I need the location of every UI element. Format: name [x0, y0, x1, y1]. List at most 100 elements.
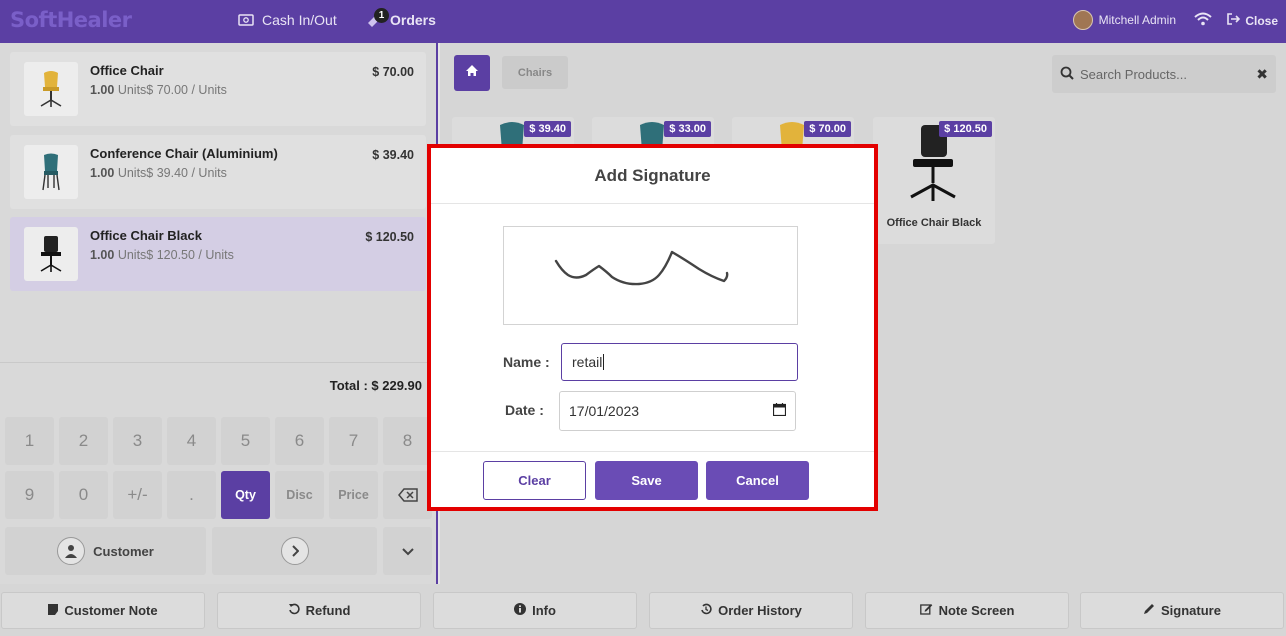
name-input[interactable]: retail [561, 343, 798, 381]
numpad-key-plus-minus[interactable]: +/- [113, 471, 162, 519]
cash-in-out-button[interactable]: Cash In/Out [238, 12, 337, 28]
product-card[interactable]: $ 120.50 Office Chair Black [873, 117, 995, 244]
more-options-button[interactable] [383, 527, 432, 575]
breadcrumb-category[interactable]: Chairs [502, 56, 568, 89]
customer-button[interactable]: Customer [5, 527, 206, 575]
numpad-mode-qty[interactable]: Qty [221, 471, 270, 519]
order-line-price: $ 120.50 [365, 230, 414, 244]
product-name: Office Chair Black [886, 217, 982, 229]
note-screen-button[interactable]: Note Screen [865, 592, 1069, 629]
user-name: Mitchell Admin [1098, 13, 1176, 27]
info-button[interactable]: Info [433, 592, 637, 629]
numpad-key-9[interactable]: 9 [5, 471, 54, 519]
info-icon [514, 603, 527, 618]
order-line-name: Office Chair Black [90, 228, 202, 243]
numpad-key-0[interactable]: 0 [59, 471, 108, 519]
search-icon [1060, 66, 1074, 83]
order-line-price: $ 39.40 [372, 148, 414, 162]
cancel-button[interactable]: Cancel [706, 461, 809, 500]
refund-button[interactable]: Refund [217, 592, 421, 629]
refund-label: Refund [305, 603, 351, 618]
clear-button[interactable]: Clear [483, 461, 586, 500]
product-thumbnail [24, 62, 78, 116]
user-icon [57, 537, 86, 565]
orders-label: Orders [390, 12, 436, 28]
order-line-qty: 1.00 Units$ 70.00 / Units [90, 83, 227, 97]
numpad-mode-disc[interactable]: Disc [275, 471, 324, 519]
order-line-price: $ 70.00 [372, 65, 414, 79]
cash-in-out-label: Cash In/Out [262, 12, 337, 28]
home-icon [465, 64, 479, 82]
numpad-key-5[interactable]: 5 [221, 417, 270, 465]
sign-out-icon [1227, 13, 1241, 28]
avatar [1072, 10, 1093, 30]
numpad-key-4[interactable]: 4 [167, 417, 216, 465]
signature-label: Signature [1161, 603, 1221, 618]
divider [0, 362, 436, 363]
product-price-tag: $ 33.00 [664, 121, 711, 137]
product-price-tag: $ 39.40 [524, 121, 571, 137]
save-button[interactable]: Save [595, 461, 698, 500]
history-icon [700, 603, 712, 618]
numpad-key-decimal[interactable]: . [167, 471, 216, 519]
top-navbar: SoftHealer Cash In/Out Orders 1 Mitchell… [0, 0, 1286, 43]
action-bar: Customer Note Refund Info Order History … [0, 584, 1286, 636]
pencil-icon [1143, 603, 1155, 618]
search-box[interactable]: Search Products... ✖ [1052, 55, 1276, 93]
chevron-right-icon [280, 537, 309, 565]
order-line-qty: 1.00 Units$ 39.40 / Units [90, 166, 227, 180]
divider [431, 451, 874, 452]
product-thumbnail [24, 145, 78, 199]
calendar-icon[interactable] [772, 403, 787, 419]
customer-note-label: Customer Note [64, 603, 158, 618]
customer-label: Customer [93, 543, 154, 559]
numpad-mode-price[interactable]: Price [329, 471, 378, 519]
add-signature-dialog: Add Signature Name : retail Date : 17/01… [427, 144, 878, 511]
product-price-tag: $ 120.50 [939, 121, 992, 137]
backspace-icon[interactable] [383, 471, 432, 519]
wifi-icon [1194, 12, 1212, 31]
order-line-qty: 1.00 Units$ 120.50 / Units [90, 248, 234, 262]
date-input-value: 17/01/2023 [569, 403, 640, 419]
order-line[interactable]: Office Chair 1.00 Units$ 70.00 / Units $… [10, 52, 426, 126]
order-history-label: Order History [718, 603, 802, 618]
order-total: Total : $ 229.90 [329, 378, 422, 393]
payment-button[interactable] [212, 527, 377, 575]
numpad-key-7[interactable]: 7 [329, 417, 378, 465]
date-label: Date : [505, 402, 544, 418]
home-button[interactable] [454, 55, 490, 91]
signature-button[interactable]: Signature [1080, 592, 1284, 629]
numpad-key-1[interactable]: 1 [5, 417, 54, 465]
product-thumbnail [24, 227, 78, 281]
order-line-name: Office Chair [90, 63, 164, 78]
money-icon [238, 14, 254, 26]
dialog-title: Add Signature [594, 166, 711, 185]
search-input[interactable]: Search Products... [1080, 67, 1187, 82]
signature-pad[interactable] [503, 226, 798, 325]
signature-stroke [554, 250, 729, 286]
order-history-button[interactable]: Order History [649, 592, 853, 629]
chevron-down-icon [401, 544, 414, 559]
orders-count-badge: 1 [374, 8, 389, 23]
order-panel: Office Chair 1.00 Units$ 70.00 / Units $… [0, 43, 438, 584]
info-label: Info [532, 603, 556, 618]
note-icon [48, 603, 59, 618]
numpad-key-3[interactable]: 3 [113, 417, 162, 465]
note-screen-label: Note Screen [938, 603, 1015, 618]
close-button[interactable]: Close [1227, 13, 1278, 28]
numpad-key-2[interactable]: 2 [59, 417, 108, 465]
name-input-value: retail [572, 354, 603, 370]
close-label: Close [1245, 13, 1278, 28]
date-input[interactable]: 17/01/2023 [559, 391, 796, 431]
order-line-selected[interactable]: Office Chair Black 1.00 Units$ 120.50 / … [10, 217, 426, 291]
order-line-name: Conference Chair (Aluminium) [90, 146, 278, 161]
user-menu[interactable]: Mitchell Admin [1072, 10, 1176, 30]
text-caret [603, 354, 605, 370]
numpad-key-8[interactable]: 8 [383, 417, 432, 465]
numpad-key-6[interactable]: 6 [275, 417, 324, 465]
name-label: Name : [503, 354, 550, 370]
customer-note-button[interactable]: Customer Note [1, 592, 205, 629]
order-line[interactable]: Conference Chair (Aluminium) 1.00 Units$… [10, 135, 426, 209]
divider [431, 203, 874, 204]
clear-search-icon[interactable]: ✖ [1256, 66, 1268, 83]
